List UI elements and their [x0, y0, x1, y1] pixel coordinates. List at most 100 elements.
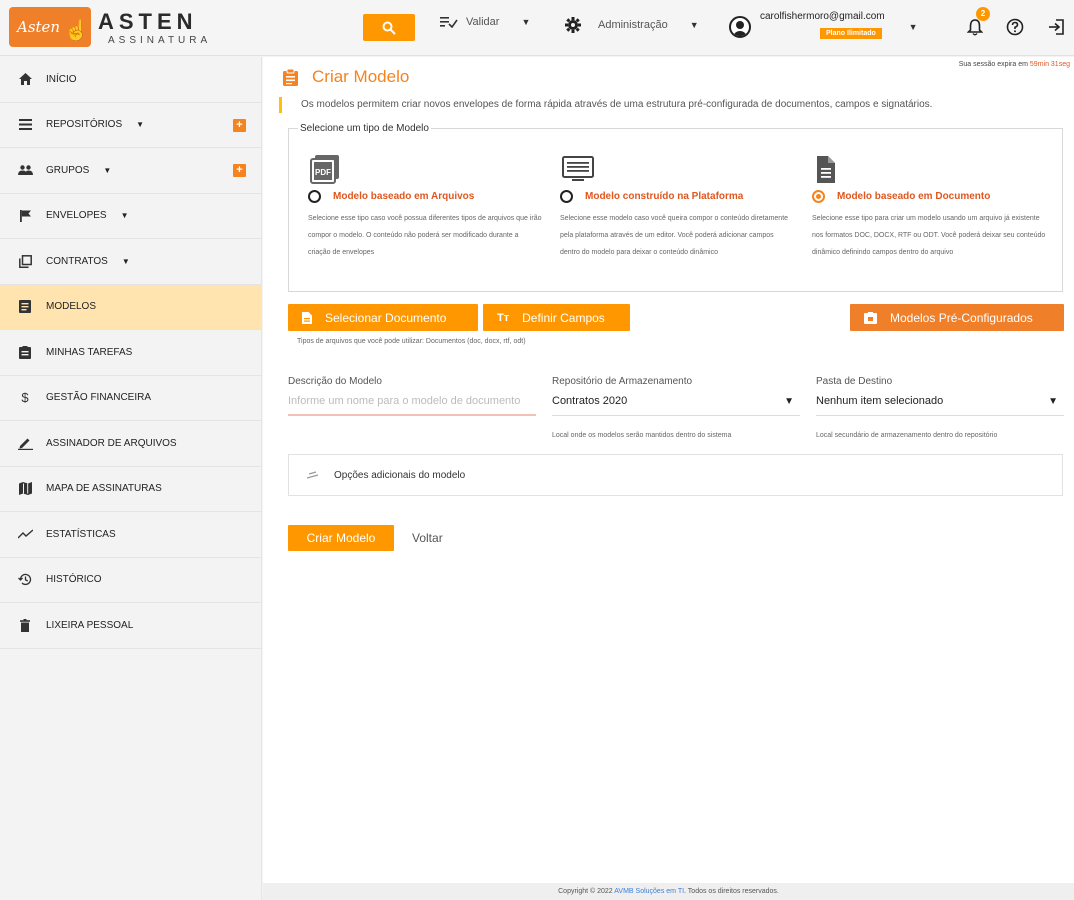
additional-options-label: Opções adicionais do modelo [334, 469, 466, 481]
nav-validar-label: Validar [466, 16, 500, 28]
sidebar-item-label: MAPA DE ASSINATURAS [46, 483, 162, 495]
logout-button[interactable] [1045, 16, 1067, 38]
avatar-icon [729, 16, 751, 38]
sidebar-item-grupos[interactable]: GRUPOS ▼ + [0, 148, 261, 194]
sidebar-item-lixeira-pessoal[interactable]: LIXEIRA PESSOAL [0, 603, 261, 649]
template-box-icon [864, 311, 877, 324]
chevron-down-icon: ▼ [1048, 396, 1058, 407]
radio-files-model[interactable] [308, 190, 321, 203]
top-bar: Asten ☝ ASTEN ASSINATURA Validar ▼ Admin… [0, 0, 1074, 56]
footer-prefix: Copyright © 2022 [558, 888, 613, 895]
sidebar-item-minhas-tarefas[interactable]: MINHAS TAREFAS [0, 330, 261, 376]
description-label: Descrição do Modelo [288, 376, 382, 387]
search-icon [382, 21, 396, 35]
radio-platform-model[interactable] [560, 190, 573, 203]
chevron-down-icon: ▼ [120, 211, 129, 221]
description-input[interactable]: Informe um nome para o modelo de documen… [288, 395, 536, 416]
option-files-model[interactable]: PDF Modelo baseado em Arquivos Selecione… [308, 155, 541, 261]
chevron-down-icon: ▼ [784, 396, 794, 407]
additional-options-panel[interactable]: Opções adicionais do modelo [288, 454, 1063, 496]
sidebar-item-label: GESTÃO FINANCEIRA [46, 392, 152, 404]
option-label: Modelo baseado em Arquivos [333, 191, 475, 202]
main-content: Sua sessão expira em 59min 31seg Criar M… [263, 57, 1074, 883]
option-document-model[interactable]: Modelo baseado em Documento Selecione es… [812, 155, 1045, 261]
folder-value: Nenhum item selecionado [816, 395, 944, 407]
sidebar-item-gestao-financeira[interactable]: $ GESTÃO FINANCEIRA [0, 376, 261, 421]
user-email: carolfishermoro@gmail.com [760, 11, 885, 22]
session-prefix: Sua sessão expira em [958, 61, 1028, 68]
edit-note-icon [307, 471, 319, 479]
trash-icon [17, 618, 33, 632]
option-label: Modelo baseado em Documento [837, 191, 991, 202]
preconfigured-models-button[interactable]: Modelos Pré-Configurados [850, 304, 1064, 331]
sidebar-item-mapa-de-assinaturas[interactable]: MAPA DE ASSINATURAS [0, 467, 261, 512]
sidebar-item-label: MINHAS TAREFAS [46, 346, 133, 358]
template-icon [17, 300, 33, 314]
chevron-down-icon: ▼ [689, 20, 699, 30]
nav-admin-label: Administração [598, 19, 668, 31]
help-button[interactable] [1004, 16, 1026, 38]
search-button[interactable] [363, 14, 415, 41]
sidebar-item-modelos[interactable]: MODELOS [0, 284, 261, 330]
repository-select[interactable]: Contratos 2020 ▼ [552, 395, 800, 416]
footer-company-link[interactable]: AVMB Soluções em TI [614, 888, 684, 895]
brand-logo[interactable]: Asten ☝ [9, 7, 91, 47]
sidebar-item-label: CONTRATOS [46, 255, 108, 267]
add-group-button[interactable]: + [233, 164, 246, 177]
file-types-hint: Tipos de arquivos que você pode utilizar… [297, 338, 526, 345]
group-icon [17, 165, 33, 176]
session-time: 59min 31seg [1029, 61, 1070, 68]
create-model-button[interactable]: Criar Modelo [288, 525, 394, 551]
back-link[interactable]: Voltar [412, 531, 443, 545]
option-description: Selecione esse tipo caso você possua dif… [308, 215, 542, 256]
text-format-icon: Tт [497, 311, 510, 324]
gear-icon [565, 17, 581, 33]
repository-field-group: Repositório de Armazenamento Contratos 2… [552, 376, 800, 439]
home-icon [17, 73, 33, 86]
history-icon [17, 573, 33, 586]
folder-label: Pasta de Destino [816, 376, 893, 387]
footer: Copyright © 2022 AVMB Soluções em TI. To… [263, 883, 1074, 900]
add-repository-button[interactable]: + [233, 118, 246, 132]
pen-icon [17, 437, 33, 450]
sidebar-item-label: GRUPOS [46, 164, 90, 176]
brand-subtitle: ASSINATURA [108, 35, 212, 46]
notifications-button[interactable]: 2 [964, 7, 990, 38]
map-icon [17, 482, 33, 496]
repository-value: Contratos 2020 [552, 395, 628, 407]
sidebar-item-label: MODELOS [46, 301, 97, 313]
copy-icon [17, 254, 33, 268]
sidebar-item-assinador-de-arquivos[interactable]: ASSINADOR DE ARQUIVOS [0, 421, 261, 467]
sidebar-item-contratos[interactable]: CONTRATOS ▼ [0, 239, 261, 285]
sidebar-item-repositorios[interactable]: REPOSITÓRIOS ▼ + [0, 103, 261, 148]
page-title: Criar Modelo [283, 67, 409, 87]
chevron-down-icon: ▼ [908, 22, 918, 32]
user-menu[interactable]: carolfishermoro@gmail.com Plano Ilimitad… [729, 11, 918, 45]
chevron-down-icon: ▼ [103, 165, 112, 175]
option-description: Selecione esse tipo para criar um modelo… [812, 215, 1046, 256]
folder-select[interactable]: Nenhum item selecionado ▼ [816, 395, 1064, 416]
chevron-down-icon: ▼ [121, 256, 130, 266]
repository-hint: Local onde os modelos serão mantidos den… [552, 432, 732, 439]
sidebar-item-estatisticas[interactable]: ESTATÍSTICAS [0, 512, 261, 558]
option-platform-model[interactable]: Modelo construído na Plataforma Selecion… [560, 155, 788, 261]
select-document-button[interactable]: Selecionar Documento [288, 304, 478, 331]
nav-validar[interactable]: Validar ▼ [440, 16, 530, 28]
brand-name: ASTEN [98, 9, 198, 34]
sidebar-item-envelopes[interactable]: ENVELOPES ▼ [0, 194, 261, 239]
list-icon [17, 119, 33, 131]
nav-administracao[interactable]: Administração ▼ [564, 16, 699, 34]
sidebar-item-historico[interactable]: HISTÓRICO [0, 558, 261, 603]
preconfigured-models-label: Modelos Pré-Configurados [890, 310, 1033, 325]
define-fields-button[interactable]: Tт Definir Campos [483, 304, 630, 331]
footer-suffix: . Todos os direitos reservados. [684, 888, 779, 895]
sidebar: INÍCIO REPOSITÓRIOS ▼ + GRUPOS ▼ + ENVEL… [0, 57, 262, 900]
info-text: Os modelos permitem criar novos envelope… [279, 97, 932, 113]
radio-document-model[interactable] [812, 190, 825, 203]
file-icon [302, 311, 312, 324]
document-icon [814, 155, 1037, 185]
help-icon [1006, 18, 1024, 36]
sidebar-item-label: ASSINADOR DE ARQUIVOS [46, 437, 177, 449]
sidebar-item-inicio[interactable]: INÍCIO [0, 57, 261, 103]
editor-window-icon [562, 155, 785, 185]
